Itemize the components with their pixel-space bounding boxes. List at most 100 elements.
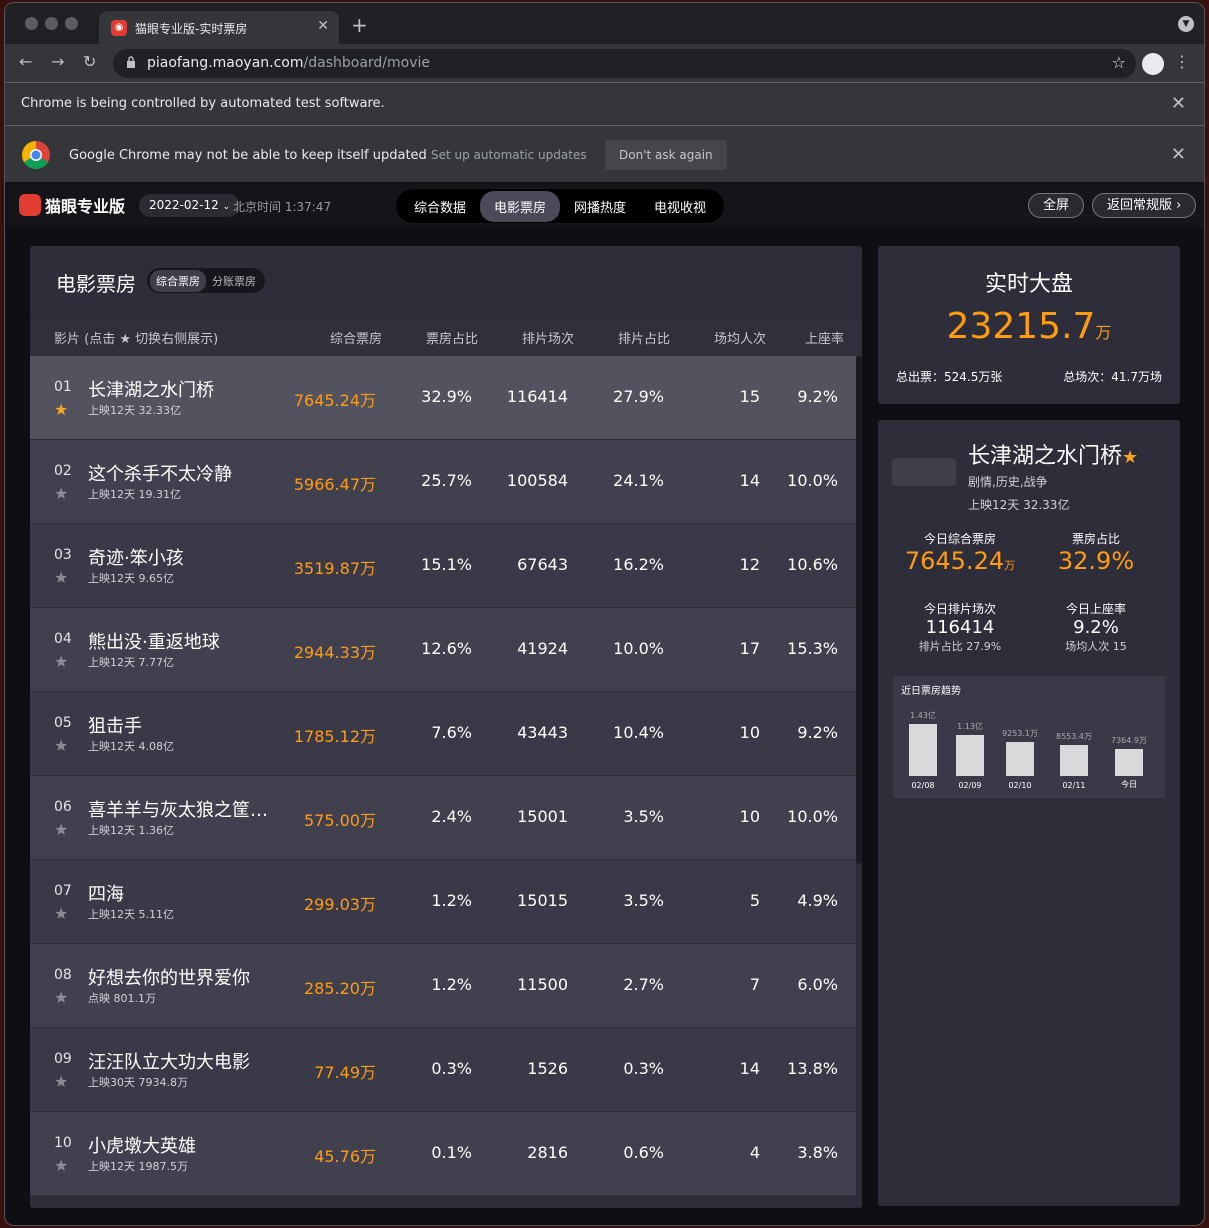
star-icon[interactable]: ★: [54, 652, 68, 671]
row-shows: 15001: [517, 807, 568, 826]
browser-window: ◉ 猫眼专业版-实时票房 ✕ + ▼ ← → ↻ piaofang.maoyan…: [4, 2, 1205, 1226]
star-icon[interactable]: ★: [54, 484, 68, 503]
panel-title: 电影票房: [56, 272, 136, 296]
trend-date-label: 02/09: [958, 781, 982, 790]
movie-poster: [892, 458, 956, 486]
share-label: 票房占比: [1071, 532, 1120, 546]
col-shows[interactable]: 排片场次: [522, 328, 574, 347]
star-icon[interactable]: ★: [54, 820, 68, 839]
star-icon[interactable]: ★: [54, 568, 68, 587]
row-occupancy: 9.2%: [797, 723, 838, 742]
tab-search-icon[interactable]: ▼: [1178, 16, 1194, 32]
profile-avatar-icon[interactable]: [1142, 53, 1164, 75]
page-header: 猫眼专业版 2022-02-12 ⌄ 北京时间 1:37:47 综合数据 电影票…: [5, 183, 1204, 227]
row-occupancy: 4.9%: [797, 891, 838, 910]
star-icon[interactable]: ★: [54, 1156, 68, 1175]
col-box[interactable]: 综合票房: [330, 328, 382, 347]
date-picker[interactable]: 2022-02-12 ⌄: [139, 194, 241, 217]
maoyan-logo[interactable]: 猫眼专业版: [19, 194, 125, 216]
detail-release: 上映12天 32.33亿: [968, 498, 1070, 512]
close-infobar-icon[interactable]: ✕: [1171, 93, 1186, 114]
movie-name: 好想去你的世界爱你: [88, 968, 250, 989]
table-row[interactable]: 09 ★ 汪汪队立大功大电影 上映30天 7934.8万 77.49万 0.3% 1526 0…: [30, 1028, 856, 1112]
back-to-regular-button[interactable]: 返回常规版 ›: [1092, 193, 1197, 218]
trend-date-label: 02/11: [1062, 781, 1086, 790]
cat-logo-icon: [19, 194, 41, 216]
table-row[interactable]: 02 ★ 这个杀手不太冷静 上映12天 19.31亿 5966.47万 25.7% 1005…: [30, 440, 856, 524]
update-infobar: Google Chrome may not be able to keep it…: [5, 125, 1204, 182]
browser-tab[interactable]: ◉ 猫眼专业版-实时票房 ✕: [99, 11, 339, 44]
table-row[interactable]: 06 ★ 喜羊羊与灰太狼之筐… 上映12天 1.36亿 575.00万 2.4% 15001…: [30, 776, 856, 860]
maximize-window-button[interactable]: [65, 17, 78, 30]
movie-name: 奇迹·笨小孩: [88, 548, 184, 569]
star-icon[interactable]: ★: [54, 1072, 68, 1091]
table-header: 影片 (点击 ★ 切换右侧展示) 综合票房 票房占比 排片场次 排片占比 场均人…: [30, 316, 862, 356]
star-icon[interactable]: ★: [1122, 447, 1138, 468]
back-arrow-icon[interactable]: ←: [19, 52, 32, 71]
table-row[interactable]: 05 ★ 狙击手 上映12天 4.08亿 1785.12万 7.6% 43443 10.4% 1…: [30, 692, 856, 776]
table-row[interactable]: 07 ★ 四海 上映12天 5.11亿 299.03万 1.2% 15015 3.5% 5 4.9…: [30, 860, 856, 944]
setup-updates-button[interactable]: Set up automatic updates: [417, 140, 601, 170]
star-icon[interactable]: ★: [54, 736, 68, 755]
shows-stat: 今日排片场次 116414 排片占比 27.9%: [890, 600, 1030, 654]
close-tab-icon[interactable]: ✕: [317, 18, 329, 34]
minimize-window-button[interactable]: [45, 17, 58, 30]
table-row[interactable]: 08 ★ 好想去你的世界爱你 点映 801.1万 285.20万 1.2% 11500 2.7…: [30, 944, 856, 1028]
tab-title: 猫眼专业版-实时票房: [135, 22, 248, 36]
row-show-share: 2.7%: [623, 975, 664, 994]
realtime-unit: 万: [1095, 323, 1112, 342]
row-avg-attendance: 5: [749, 891, 760, 910]
row-box-office: 1785.12万: [293, 727, 376, 746]
star-icon[interactable]: ★: [54, 904, 68, 923]
close-update-bar-icon[interactable]: ✕: [1171, 144, 1186, 165]
tab-tv-ratings[interactable]: 电视收视: [640, 191, 720, 222]
row-box-office: 2944.33万: [293, 643, 376, 662]
close-window-button[interactable]: [25, 17, 38, 30]
row-box-office: 285.20万: [304, 979, 376, 998]
beijing-clock: 北京时间 1:37:47: [233, 200, 332, 214]
trend-bar-label: 9253.1万: [1002, 729, 1038, 738]
row-avg-attendance: 17: [739, 639, 760, 658]
dont-ask-button[interactable]: Don't ask again: [605, 140, 727, 170]
star-icon[interactable]: ★: [54, 400, 68, 419]
col-occupancy[interactable]: 上座率: [805, 328, 844, 347]
detail-title-text: 长津湖之水门桥: [968, 444, 1123, 469]
box-office-panel: 电影票房 综合票房 分账票房 影片 (点击 ★ 切换右侧展示) 综合票房 票房占…: [30, 246, 862, 1208]
reload-icon[interactable]: ↻: [83, 52, 96, 71]
today-box-label: 今日综合票房: [923, 532, 996, 546]
new-tab-icon[interactable]: +: [351, 13, 368, 37]
main-tabs: 综合数据 电影票房 网播热度 电视收视: [396, 189, 725, 223]
detail-genre: 剧情,历史,战争: [968, 475, 1048, 489]
star-icon[interactable]: ★: [54, 988, 68, 1007]
table-row[interactable]: 01 ★ 长津湖之水门桥 上映12天 32.33亿 7645.24万 32.9% 11641…: [30, 356, 856, 440]
row-box-share: 32.9%: [421, 387, 472, 406]
table-row[interactable]: 04 ★ 熊出没·重返地球 上映12天 7.77亿 2944.33万 12.6% 41924…: [30, 608, 856, 692]
row-occupancy: 10.0%: [787, 807, 838, 826]
fullscreen-button[interactable]: 全屏: [1028, 193, 1085, 218]
col-avg[interactable]: 场均人次: [714, 328, 766, 347]
row-rank: 01: [54, 379, 72, 395]
forward-arrow-icon[interactable]: →: [51, 52, 64, 71]
toggle-composite[interactable]: 综合票房: [150, 269, 206, 292]
table-row[interactable]: 03 ★ 奇迹·笨小孩 上映12天 9.65亿 3519.87万 15.1% 67643 16…: [30, 524, 856, 608]
browser-menu-icon[interactable]: ⋮: [1174, 52, 1190, 71]
tab-web-heat[interactable]: 网播热度: [560, 191, 640, 222]
toggle-split[interactable]: 分账票房: [206, 270, 262, 292]
address-bar[interactable]: piaofang.maoyan.com/dashboard/movie ☆: [113, 49, 1136, 78]
automation-infobar: Chrome is being controlled by automated …: [5, 82, 1204, 125]
scrollbar[interactable]: [856, 356, 862, 864]
col-show-share[interactable]: 排片占比: [618, 328, 670, 347]
lock-icon: [127, 56, 135, 68]
trend-bar-label: 1.13亿: [957, 722, 983, 731]
tab-general[interactable]: 综合数据: [400, 191, 480, 222]
tab-box-office[interactable]: 电影票房: [480, 190, 561, 222]
row-shows: 67643: [517, 555, 568, 574]
row-rank: 05: [54, 715, 72, 731]
col-share[interactable]: 票房占比: [426, 328, 478, 347]
detail-title: 长津湖之水门桥★: [968, 438, 1138, 470]
bookmark-star-icon[interactable]: ☆: [1112, 53, 1126, 72]
row-avg-attendance: 10: [739, 807, 760, 826]
automation-notice: Chrome is being controlled by automated …: [21, 96, 385, 111]
table-row[interactable]: 10 ★ 小虎墩大英雄 上映12天 1987.5万 45.76万 0.1% 2816 0.6%…: [30, 1112, 856, 1196]
row-shows: 100584: [506, 471, 568, 490]
